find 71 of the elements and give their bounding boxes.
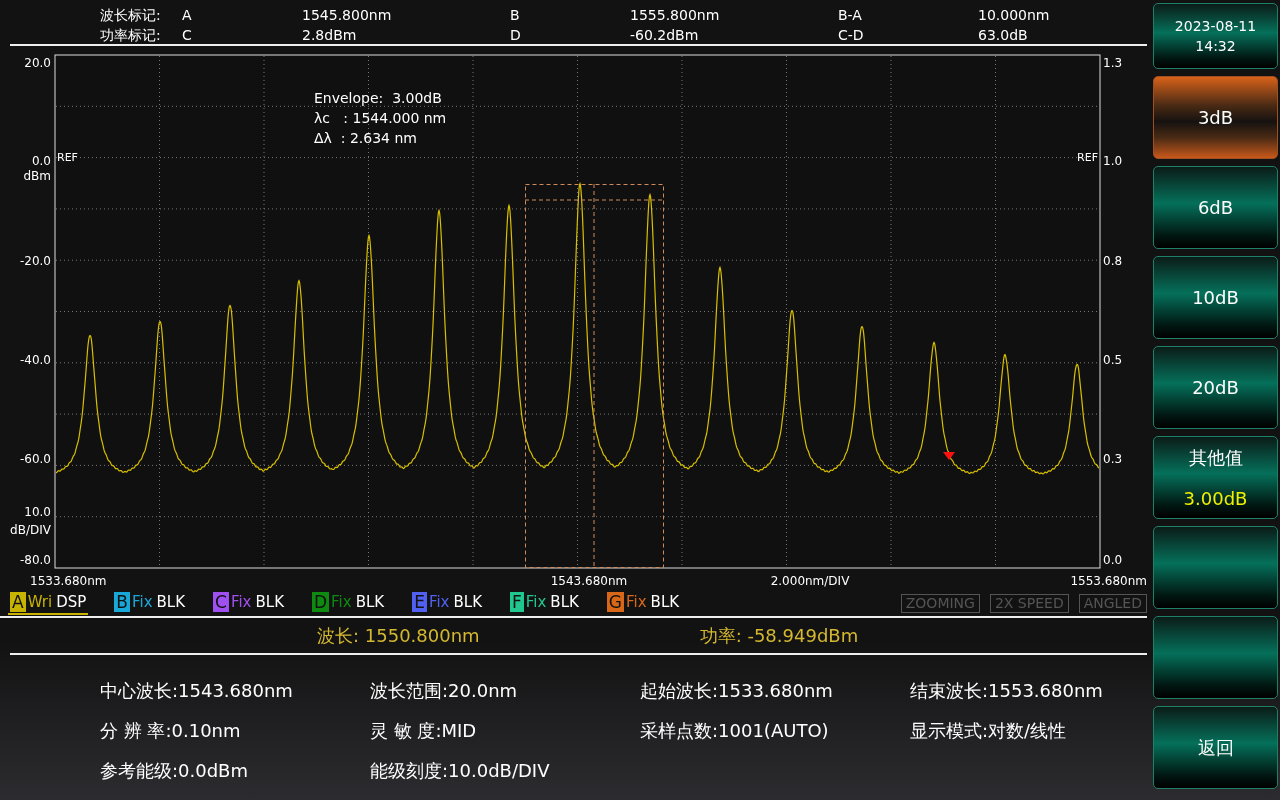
readout-text: 功率: -58.949dBm — [699, 624, 859, 648]
ref-label: REF — [1077, 151, 1098, 164]
param-text: 波长范围:20.0nm — [370, 679, 519, 703]
soft-key[interactable] — [1153, 526, 1278, 609]
marker-name: D — [510, 26, 522, 45]
date-text: 2023-08-11 — [1174, 17, 1257, 36]
soft-key[interactable]: 返回 — [1153, 706, 1278, 789]
ref-label: REF — [57, 151, 78, 164]
trace-tab[interactable]: A Wri DSP — [8, 592, 89, 615]
param-text: 灵 敏 度:MID — [370, 719, 478, 743]
trace-tab[interactable]: D Fix BLK — [309, 592, 387, 615]
soft-key[interactable]: 3dB — [1153, 76, 1278, 159]
marker-name: A — [182, 6, 193, 25]
status-flag: 2X SPEED — [989, 594, 1069, 613]
y-axis-label: dBm — [23, 168, 51, 183]
soft-key[interactable]: 6dB — [1153, 166, 1278, 249]
y-axis-label: 20.0 — [24, 55, 51, 70]
time-text: 14:32 — [1195, 37, 1236, 56]
param-text: 中心波长:1543.680nm — [100, 679, 294, 703]
y-axis-label: 0.8 — [1103, 253, 1123, 268]
status-flag: ZOOMING — [900, 594, 980, 613]
trace-tab[interactable]: C Fix BLK — [211, 592, 286, 615]
marker-name: C-D — [838, 26, 865, 45]
y-axis-label: -40.0 — [19, 352, 51, 367]
param-text: 采样点数:1001(AUTO) — [640, 719, 830, 743]
param-text: 结束波长:1553.680nm — [910, 679, 1104, 703]
y-axis-label: -60.0 — [19, 451, 51, 466]
soft-key[interactable]: 10dB — [1153, 256, 1278, 339]
y-axis-label: 1.0 — [1103, 153, 1123, 168]
y-axis-label: 0.0 — [31, 153, 51, 168]
marker-value: 2.8dBm — [302, 26, 358, 45]
marker-value: 1555.800nm — [630, 6, 721, 25]
param-text: 能级刻度:10.0dB/DIV — [370, 759, 551, 783]
trace-tab[interactable]: G Fix BLK — [604, 592, 682, 615]
y-axis-label: 0.0 — [1103, 552, 1123, 567]
marker-value: 10.000nm — [978, 6, 1051, 25]
marker-value: -60.2dBm — [630, 26, 700, 45]
y-axis-label: 1.3 — [1103, 55, 1123, 70]
param-text: 起始波长:1533.680nm — [640, 679, 834, 703]
param-text: 显示模式:对数/线性 — [910, 719, 1068, 743]
y-axis-label: 0.3 — [1103, 451, 1123, 466]
readout-text: 波长: 1550.800nm — [317, 624, 480, 648]
annotation-text: Δλ : 2.634 nm — [314, 130, 417, 146]
soft-key[interactable] — [1153, 616, 1278, 699]
y-axis-label: dB/DIV — [10, 522, 51, 537]
marker-value: 63.0dB — [978, 26, 1029, 45]
trace-tab[interactable]: B Fix BLK — [112, 592, 187, 615]
trace-tab[interactable]: F Fix BLK — [507, 592, 581, 615]
status-flag: ANGLED — [1078, 594, 1147, 613]
marker-name: C — [182, 26, 193, 45]
marker-label: 功率标记: — [100, 26, 162, 45]
annotation-text: λc : 1544.000 nm — [314, 110, 447, 126]
annotation-text: Envelope: 3.00dB — [314, 90, 442, 106]
x-axis-label: 2.000nm/DIV — [770, 573, 850, 588]
marker-icon — [943, 452, 955, 460]
marker-name: B-A — [838, 6, 863, 25]
y-axis-label: 0.5 — [1103, 352, 1123, 367]
soft-key[interactable]: 20dB — [1153, 346, 1278, 429]
soft-key[interactable]: 其他值 3.00dB — [1153, 436, 1278, 519]
x-axis-label: 1533.680nm — [30, 573, 107, 588]
marker-value: 1545.800nm — [302, 6, 393, 25]
trace-tab[interactable]: E Fix BLK — [410, 592, 484, 615]
x-axis-label: 1543.680nm — [550, 573, 628, 588]
y-axis-label: -20.0 — [19, 253, 51, 268]
marker-name: B — [510, 6, 521, 25]
y-axis-label: -80.0 — [19, 552, 51, 567]
marker-label: 波长标记: — [100, 6, 162, 25]
x-axis-label: 1553.680nm — [1070, 573, 1147, 588]
param-text: 分 辨 率:0.10nm — [100, 719, 242, 743]
param-text: 参考能级:0.0dBm — [100, 759, 249, 783]
y-axis-label: 10.0 — [24, 504, 51, 519]
